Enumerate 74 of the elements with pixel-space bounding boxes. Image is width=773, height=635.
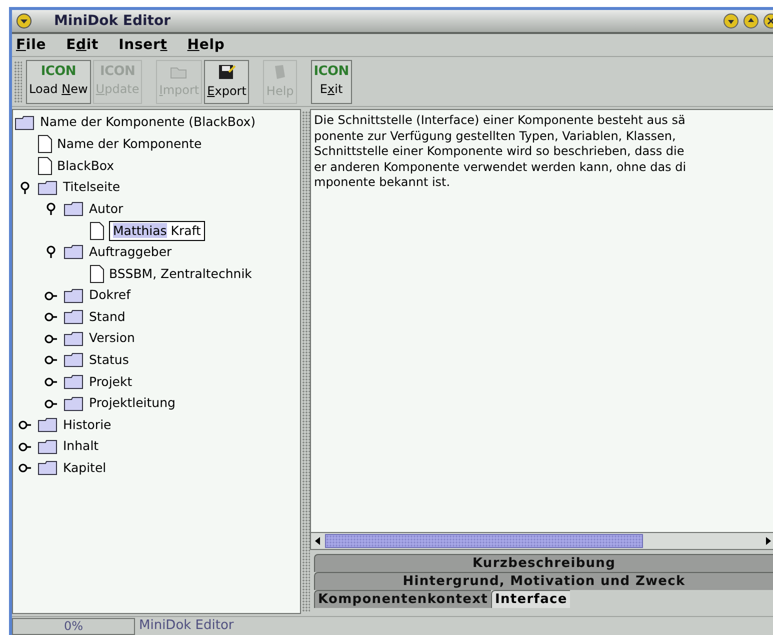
text-editor[interactable]: [310, 109, 773, 533]
tree-item-label[interactable]: Name der Komponente (BlackBox): [40, 113, 256, 132]
collapsed-handle-icon[interactable]: [44, 374, 58, 389]
progress-text: 0%: [64, 618, 84, 635]
folder-icon: [64, 288, 84, 303]
folder-icon: [38, 440, 58, 454]
book-icon: [273, 64, 288, 80]
text-line: er anderen Komponente verwendet werden kann, ohne das di: [314, 160, 686, 175]
document-icon: [90, 222, 104, 240]
tree-item-label[interactable]: BSSBM, Zentraltechnik: [109, 264, 252, 284]
menu-item[interactable]: File: [16, 34, 46, 56]
folder-icon: [64, 353, 84, 368]
tab[interactable]: Komponentenkontext: [314, 590, 491, 608]
close-icon[interactable]: [763, 13, 773, 29]
status-message: MiniDok Editor: [139, 617, 234, 635]
collapsed-handle-icon[interactable]: [44, 288, 58, 303]
rename-field[interactable]: Matthias Kraft: [109, 220, 205, 241]
expanded-handle-icon[interactable]: [18, 180, 32, 195]
tree-item-label[interactable]: Autor: [89, 200, 124, 219]
expanded-handle-icon[interactable]: [44, 202, 58, 216]
toolbar-button[interactable]: ICON Exit: [310, 60, 352, 104]
folder-icon: [38, 461, 58, 476]
tree-item-label[interactable]: Projektleitung: [89, 394, 176, 413]
folder-icon: [64, 396, 84, 411]
minimize-icon[interactable]: [723, 13, 739, 29]
tree-item-label[interactable]: Kapitel: [63, 458, 106, 478]
folder-icon: [64, 374, 84, 389]
folder-icon: [15, 116, 35, 130]
expanded-handle-icon[interactable]: [44, 245, 58, 260]
folder-icon: [64, 332, 84, 346]
collapsed-handle-icon[interactable]: [44, 396, 58, 411]
toolbar-button[interactable]: Export: [204, 60, 250, 104]
menu-item[interactable]: Edit: [66, 34, 99, 56]
collapsed-handle-icon[interactable]: [18, 440, 32, 454]
tab[interactable]: Kurzbeschreibung: [314, 554, 773, 572]
tab[interactable]: Hintergrund, Motivation und Zweck: [314, 572, 773, 590]
tree-item-label[interactable]: Name der Komponente: [57, 135, 202, 154]
document-icon: [90, 264, 104, 283]
text-line: Schnittstelle einer Komponente wird so beschrieben, dass die: [314, 144, 684, 160]
icon-placeholder: ICON: [314, 65, 349, 78]
folder-icon: [64, 202, 84, 216]
folder-icon: [38, 418, 58, 432]
icon-placeholder: ICON: [40, 65, 76, 78]
tab[interactable]: Interface: [491, 590, 570, 608]
window-title: MiniDok Editor: [53, 12, 171, 30]
folder-icon: [170, 64, 188, 78]
toolbar-button[interactable]: ICON Load New: [26, 60, 91, 104]
text-line: mponente bekannt ist.: [314, 175, 450, 190]
folder-icon: [38, 180, 58, 195]
collapsed-handle-icon[interactable]: [44, 332, 58, 346]
menu-item[interactable]: Insert: [118, 34, 168, 56]
menu-item[interactable]: Help: [187, 34, 225, 56]
tree-item-label[interactable]: Stand: [89, 308, 126, 327]
tree-item-label[interactable]: Inhalt: [63, 437, 99, 456]
document-icon: [38, 156, 52, 175]
text-line: Die Schnittstelle (Interface) einer Komponente besteht aus sä: [314, 113, 686, 128]
horizontal-scrollbar[interactable]: [310, 533, 773, 550]
tree-item-label[interactable]: Status: [89, 350, 129, 370]
tree-item-label[interactable]: BlackBox: [57, 156, 114, 176]
folder-icon: [64, 245, 84, 260]
grip-handle[interactable]: [302, 111, 310, 612]
scrollbar-thumb[interactable]: [325, 534, 643, 548]
tree-item-label[interactable]: Auftraggeber: [89, 242, 172, 262]
tree-item-label[interactable]: Titelseite: [63, 178, 120, 197]
window-menu-icon[interactable]: [16, 13, 32, 29]
text-line: ponente zur Verfügung gestellten Typen, Variablen, Klassen,: [314, 128, 676, 144]
folder-icon: [64, 310, 84, 324]
document-icon: [38, 135, 52, 154]
tree-item-label[interactable]: Projekt: [89, 372, 132, 392]
grip-handle[interactable]: [14, 60, 22, 102]
tree-item-label[interactable]: Historie: [63, 416, 112, 434]
tree-item-label[interactable]: Dokref: [89, 286, 130, 305]
maximize-icon[interactable]: [743, 13, 759, 29]
tree-item-label[interactable]: Version: [89, 329, 135, 348]
